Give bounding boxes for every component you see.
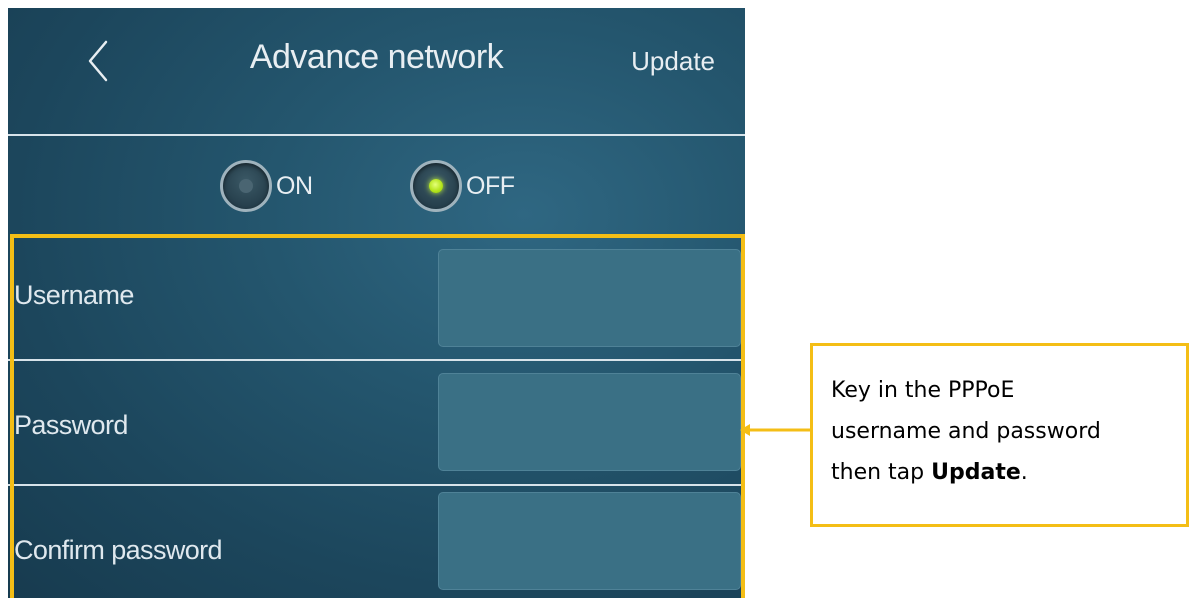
back-button[interactable] [78, 36, 118, 86]
password-input[interactable] [438, 373, 741, 471]
radio-on[interactable]: ON [220, 160, 313, 212]
callout-arrow [740, 424, 812, 436]
radio-off-dot [429, 179, 443, 193]
username-input[interactable] [438, 249, 741, 347]
radio-on-label: ON [276, 171, 313, 200]
instruction-callout: Key in the PPPoE username and password t… [810, 343, 1189, 527]
username-label: Username [14, 280, 134, 310]
username-row: Username [8, 237, 745, 361]
update-button[interactable]: Update [631, 46, 715, 77]
radio-off-ring [410, 160, 462, 212]
advance-network-screen: Advance network Update ON OFF Username P… [8, 8, 745, 598]
radio-on-ring [220, 160, 272, 212]
radio-off[interactable]: OFF [410, 160, 515, 212]
callout-line-3-prefix: then tap [831, 460, 932, 485]
confirm-password-input[interactable] [438, 492, 741, 590]
password-row: Password [8, 361, 745, 485]
radio-off-label: OFF [466, 171, 515, 200]
password-label: Password [14, 410, 128, 440]
callout-update-emphasis: Update [931, 460, 1021, 485]
callout-line-3-suffix: . [1020, 460, 1028, 485]
chevron-left-icon [88, 40, 108, 82]
pppoe-toggle: ON OFF [8, 136, 745, 234]
callout-line-3: then tap Update. [831, 452, 1170, 493]
callout-line-2: username and password [831, 419, 1101, 444]
nav-bar: Advance network Update [8, 8, 745, 135]
radio-on-dot [239, 179, 253, 193]
confirm-password-row: Confirm password [8, 486, 745, 598]
confirm-password-label: Confirm password [14, 535, 223, 565]
callout-line-1: Key in the PPPoE [831, 378, 1015, 403]
